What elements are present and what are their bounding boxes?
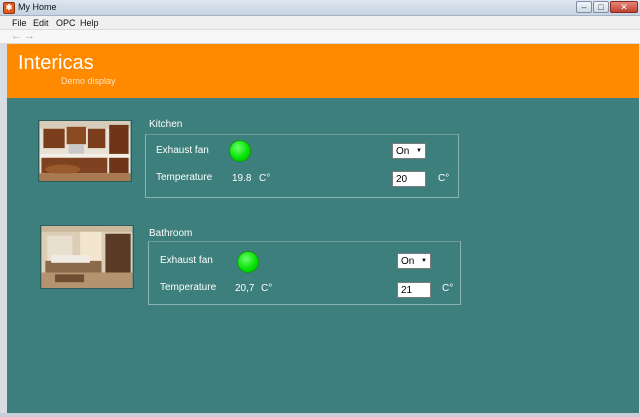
menu-edit[interactable]: Edit — [33, 18, 49, 28]
chevron-down-icon: ▼ — [416, 148, 422, 154]
display-area: Intericas Demo display Kitchen Exhaust f… — [7, 44, 639, 413]
kitchen-fan-select[interactable]: On ▼ — [392, 143, 426, 159]
menu-file[interactable]: File — [12, 18, 27, 28]
bathroom-fan-state: On — [401, 256, 415, 267]
bathroom-temp-value: 20,7 — [235, 283, 255, 294]
forward-arrow-icon[interactable]: → — [24, 30, 35, 43]
app-icon[interactable]: ✱ — [3, 2, 15, 14]
nav-toolbar: ← → — [0, 30, 640, 44]
menu-opc[interactable]: OPC — [56, 18, 76, 28]
kitchen-fan-status-icon — [229, 140, 251, 162]
kitchen-setpoint-input[interactable] — [392, 171, 426, 187]
room-title-bathroom: Bathroom — [149, 228, 193, 239]
room-title-kitchen: Kitchen — [149, 119, 183, 130]
kitchen-fan-label: Exhaust fan — [156, 145, 209, 156]
maximize-icon[interactable]: □ — [593, 1, 609, 13]
chevron-down-icon: ▼ — [421, 258, 427, 264]
bathroom-temp-unit: C° — [261, 283, 273, 294]
kitchen-panel: Exhaust fan On ▼ Temperature 19.8 C° C° — [145, 134, 459, 198]
brand-subtitle: Demo display — [61, 76, 116, 86]
minimize-icon[interactable]: – — [576, 1, 592, 13]
title-bar: ✱ My Home – □ ✕ — [0, 0, 640, 16]
close-icon[interactable]: ✕ — [610, 1, 638, 13]
kitchen-temp-value: 19.8 — [232, 173, 252, 184]
menu-help[interactable]: Help — [80, 18, 99, 28]
status-bar — [0, 413, 640, 417]
bathroom-photo — [40, 225, 134, 289]
menu-bar: File Edit OPC Help — [0, 16, 640, 30]
header-banner: Intericas Demo display — [7, 44, 639, 98]
bathroom-setpoint-input[interactable] — [397, 282, 431, 298]
bathroom-panel: Exhaust fan On ▼ Temperature 20,7 C° C° — [148, 241, 461, 305]
bathroom-temp-label: Temperature — [160, 282, 217, 293]
bathroom-fan-status-icon — [237, 251, 259, 273]
kitchen-temp-unit: C° — [259, 173, 271, 184]
window-title: My Home — [18, 2, 57, 12]
brand-title: Intericas — [18, 52, 94, 74]
bathroom-setpoint-unit: C° — [442, 283, 454, 294]
kitchen-fan-state: On — [396, 146, 410, 157]
kitchen-setpoint-unit: C° — [438, 173, 450, 184]
bathroom-fan-label: Exhaust fan — [160, 255, 213, 266]
bathroom-fan-select[interactable]: On ▼ — [397, 253, 431, 269]
kitchen-photo — [38, 120, 132, 182]
kitchen-temp-label: Temperature — [156, 172, 213, 183]
back-arrow-icon[interactable]: ← — [11, 30, 22, 43]
